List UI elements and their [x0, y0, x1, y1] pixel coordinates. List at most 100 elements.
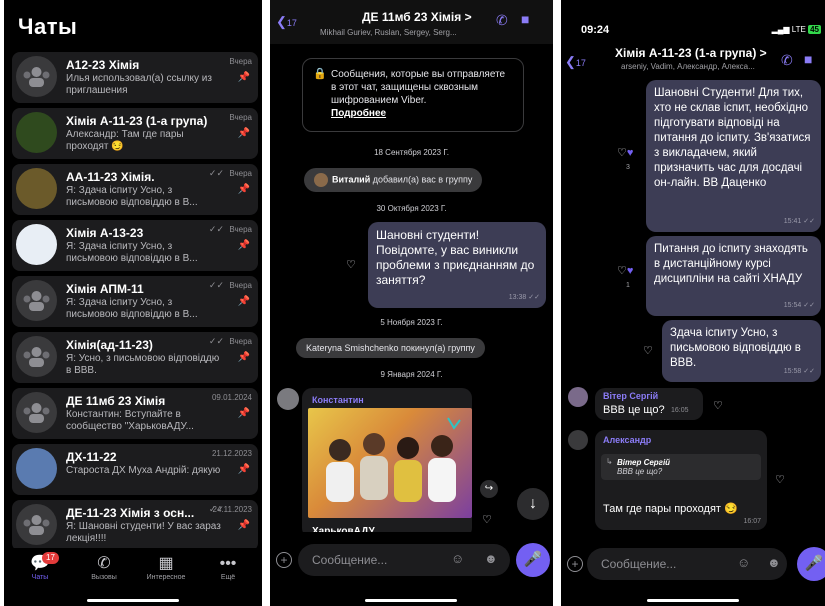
chat-preview: Я: Здача іспиту Усно, з письмовою відпов…: [66, 241, 198, 264]
chat-bubble-icon: 💬: [30, 555, 50, 572]
message-text: Там где пары проходят 😏: [603, 503, 738, 515]
sender-name: Константин: [312, 395, 364, 405]
avatar: [16, 112, 57, 153]
chat-preview: Александр: Там где пары проходят 😏: [66, 129, 184, 152]
read-ticks-icon: ✓✓: [208, 280, 224, 290]
chat-list-item[interactable]: Хімія АПМ-11 Я: Здача іспиту Усно, з пись…: [12, 276, 258, 327]
outgoing-message[interactable]: Шановні студенти! Повідомте, у вас виник…: [368, 222, 546, 308]
video-call-icon[interactable]: ■: [804, 51, 812, 67]
chat-title[interactable]: ДЕ 11мб 23 Хімія >: [362, 10, 472, 24]
chat-list-item[interactable]: Хімія(ад-11-23) Я: Усно, з письмовою відп…: [12, 332, 258, 383]
chat-date: Вчера: [229, 337, 252, 346]
message-composer: + Сообщение... ☺ ☻ 🎤: [561, 532, 825, 592]
chat-list-item[interactable]: АА-11-23 Хімія. Я: Здача іспиту Усно, з п…: [12, 164, 258, 215]
system-message-added: Виталий добавил(а) вас в группу: [304, 168, 483, 192]
chat-date: Вчера: [229, 225, 252, 234]
chat-list-item[interactable]: Хімія А-11-23 (1-а група) Александр: Там …: [12, 108, 258, 159]
pin-icon: 📌: [237, 296, 250, 307]
avatar[interactable]: [568, 430, 588, 450]
chat-list-item[interactable]: А12-23 Хімія Илья использовал(а) ссылку и…: [12, 52, 258, 103]
sticker-icon[interactable]: ☻: [484, 551, 498, 566]
message-time: 15:41 ✓✓: [783, 218, 815, 225]
pin-icon: 📌: [237, 352, 250, 363]
back-button[interactable]: ❮17: [276, 14, 297, 30]
chat-date: Вчера: [229, 113, 252, 122]
reaction-heart-icon[interactable]: ♡: [775, 473, 785, 486]
group-icon: [23, 291, 50, 311]
read-ticks-icon: ✓✓: [208, 224, 224, 234]
more-icon: •••: [219, 555, 237, 572]
tab-label: Интересное: [146, 574, 186, 581]
chat-name: ДЕ-11-23 Хімія з осн...: [66, 506, 195, 520]
avatar: [16, 168, 57, 209]
emoji-icon[interactable]: ☺: [451, 551, 464, 566]
avatar[interactable]: [568, 387, 588, 407]
emoji-icon[interactable]: ☺: [737, 555, 750, 570]
chat-preview: Староста ДХ Муха Андрій: дякую: [66, 465, 221, 476]
chat-list-item[interactable]: ДЕ 11мб 23 Хімія Константин: Вступайте в …: [12, 388, 258, 439]
reply-arrow-icon: ↳: [606, 457, 613, 466]
incoming-message[interactable]: Константин ХарьковАДУ: [302, 388, 472, 538]
tab-calls[interactable]: ✆ Вызовы: [76, 554, 132, 581]
reaction-heart-icon[interactable]: ♡♥: [617, 264, 633, 277]
video-call-icon[interactable]: ■: [521, 11, 529, 27]
learn-more-link[interactable]: Подробнее: [331, 108, 386, 119]
microphone-button[interactable]: 🎤: [516, 543, 550, 577]
chat-header: ❮17 Хімія А-11-23 (1-а група) > arseniy,…: [561, 42, 825, 80]
chat-preview: Илья использовал(а) ссылку из приглашени…: [66, 73, 212, 96]
avatar: [16, 336, 57, 377]
status-time: 09:24: [581, 24, 610, 36]
tab-chats[interactable]: 💬 17 Чаты: [12, 552, 68, 581]
sender-name: Александр: [603, 435, 652, 445]
group-icon: [23, 67, 50, 87]
chat-title[interactable]: Хімія А-11-23 (1-а група) >: [615, 46, 767, 60]
phone-icon: ✆: [97, 555, 111, 572]
reaction-heart-icon[interactable]: ♡: [346, 258, 356, 271]
incoming-message[interactable]: Александр ↳ Вітер Сергій ВВВ це що? Там …: [595, 430, 767, 530]
chat-date: Вчера: [229, 57, 252, 66]
lock-icon: 🔒: [313, 68, 327, 80]
tab-more[interactable]: ••• Ещё: [200, 554, 256, 581]
chat-name: ДЕ 11мб 23 Хімія: [66, 394, 166, 408]
chat-list-item[interactable]: ДХ-11-22 Староста ДХ Муха Андрій: дякую 21…: [12, 444, 258, 495]
reaction-heart-icon[interactable]: ♡: [643, 344, 653, 357]
phone-icon[interactable]: ✆: [496, 12, 508, 29]
sticker-icon[interactable]: ☻: [767, 555, 781, 570]
message-input[interactable]: Сообщение...: [298, 544, 510, 576]
tab-bar: 💬 17 Чаты ✆ Вызовы ▦ Интересное ••• Ещё: [4, 548, 262, 606]
reaction-heart-icon[interactable]: ♡: [713, 399, 723, 412]
reaction-count: 1: [626, 282, 630, 289]
date-separator: 9 Января 2024 Г.: [380, 370, 443, 379]
quoted-message[interactable]: ↳ Вітер Сергій ВВВ це що?: [601, 454, 761, 480]
outgoing-message[interactable]: Шановні Студенти! Для тих, хто не склав …: [646, 80, 821, 232]
avatar[interactable]: [277, 388, 299, 410]
back-button[interactable]: ❮17: [565, 54, 586, 70]
reaction-heart-icon[interactable]: ♡♥: [617, 146, 633, 159]
sender-name: Вітер Сергій: [603, 391, 659, 401]
reaction-heart-icon[interactable]: ♡: [482, 513, 492, 526]
microphone-button[interactable]: 🎤: [797, 547, 825, 581]
explore-icon: ▦: [158, 555, 174, 572]
message-time: 15:58 ✓✓: [783, 368, 815, 375]
plus-icon[interactable]: +: [276, 552, 292, 568]
tab-explore[interactable]: ▦ Интересное: [138, 554, 194, 581]
phone-icon[interactable]: ✆: [781, 52, 793, 69]
page-title: Чаты: [18, 14, 78, 39]
outgoing-message[interactable]: Здача іспиту Усно, з письмовою відповідд…: [662, 320, 821, 382]
message-time: 16:07: [743, 518, 761, 525]
status-network: ▂▄▆ LTE 45: [771, 25, 821, 34]
signal-icon: ▂▄▆: [771, 25, 790, 34]
chat-date: Вчера: [229, 281, 252, 290]
incoming-message[interactable]: Вітер Сергій ВВВ це що? 16:05: [595, 388, 703, 420]
chat-list-item[interactable]: ДЕ-11-23 Хімія з осн... Я: Шановні студен…: [12, 500, 258, 551]
shared-image[interactable]: [308, 408, 472, 518]
scroll-down-button[interactable]: ↓: [517, 488, 549, 520]
message-input[interactable]: Сообщение...: [587, 548, 787, 580]
plus-icon[interactable]: +: [567, 556, 583, 572]
share-icon[interactable]: ↪: [480, 480, 498, 498]
outgoing-message[interactable]: Питання до іспиту знаходять в дистанційн…: [646, 236, 821, 316]
avatar: [16, 224, 57, 265]
chat-header: ❮17 ДЕ 11мб 23 Хімія > Mikhail Guriev, R…: [270, 0, 553, 44]
read-ticks-icon: ✓✓: [208, 504, 224, 514]
chat-list-item[interactable]: Хімія А-13-23 Я: Здача іспиту Усно, з пис…: [12, 220, 258, 271]
